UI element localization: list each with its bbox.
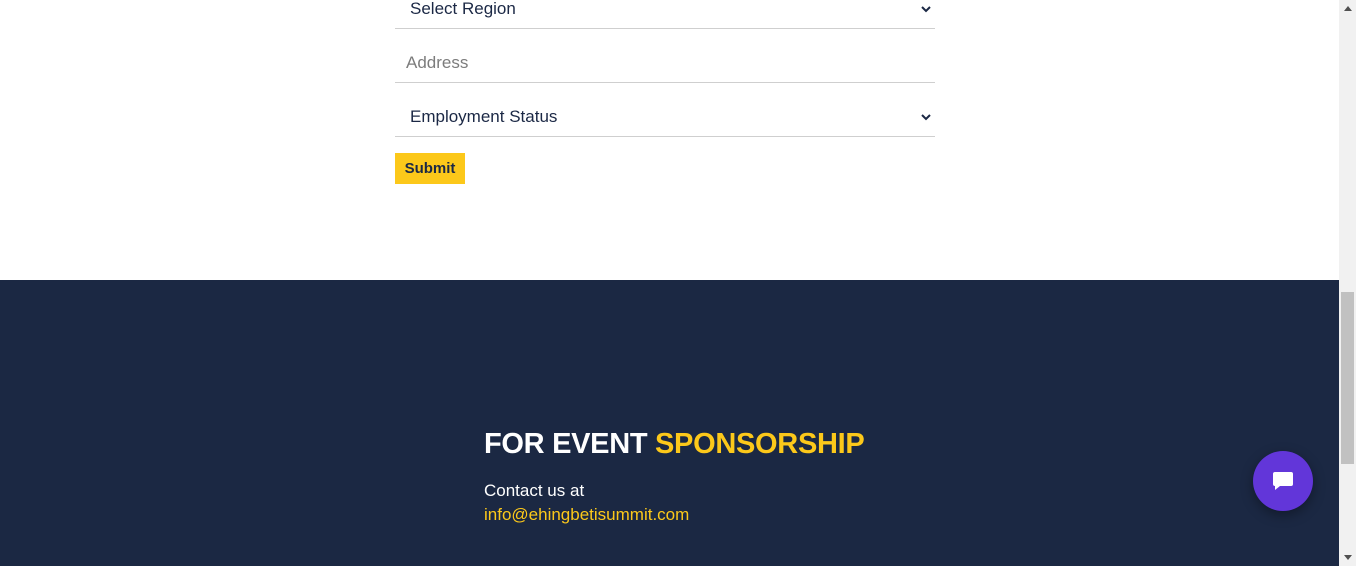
chat-bubble-icon bbox=[1273, 472, 1293, 490]
caret-down-icon bbox=[1343, 555, 1352, 560]
chevron-down-icon bbox=[921, 5, 931, 12]
page: Select Region Address Employment Status … bbox=[0, 0, 1339, 566]
contact-label: Contact us at bbox=[484, 481, 585, 500]
scroll-down-arrow[interactable] bbox=[1339, 549, 1356, 566]
region-select-value: Select Region bbox=[410, 0, 516, 18]
address-input[interactable]: Address bbox=[395, 43, 935, 83]
scroll-thumb[interactable] bbox=[1341, 292, 1354, 464]
email-link[interactable]: info@ehingbetisummit.com bbox=[484, 505, 689, 525]
page-scrollbar[interactable] bbox=[1339, 0, 1356, 566]
heading-prefix: FOR EVENT bbox=[484, 428, 656, 460]
employment-status-value: Employment Status bbox=[410, 106, 558, 126]
scroll-up-arrow[interactable] bbox=[1339, 0, 1356, 17]
chevron-down-icon bbox=[921, 113, 931, 120]
chat-button[interactable] bbox=[1253, 451, 1313, 511]
employment-status-select[interactable]: Employment Status bbox=[395, 97, 935, 137]
sponsorship-heading: FOR EVENT SPONSORSHIP bbox=[484, 428, 865, 461]
submit-button[interactable]: Submit bbox=[395, 153, 465, 184]
heading-accent: SPONSORSHIP bbox=[655, 428, 865, 460]
region-select[interactable]: Select Region bbox=[395, 0, 935, 29]
registration-form: Select Region Address Employment Status … bbox=[0, 0, 1339, 280]
address-placeholder: Address bbox=[406, 52, 469, 72]
caret-up-icon bbox=[1343, 6, 1352, 11]
footer: FOR EVENT SPONSORSHIP Contact us at info… bbox=[0, 280, 1339, 566]
